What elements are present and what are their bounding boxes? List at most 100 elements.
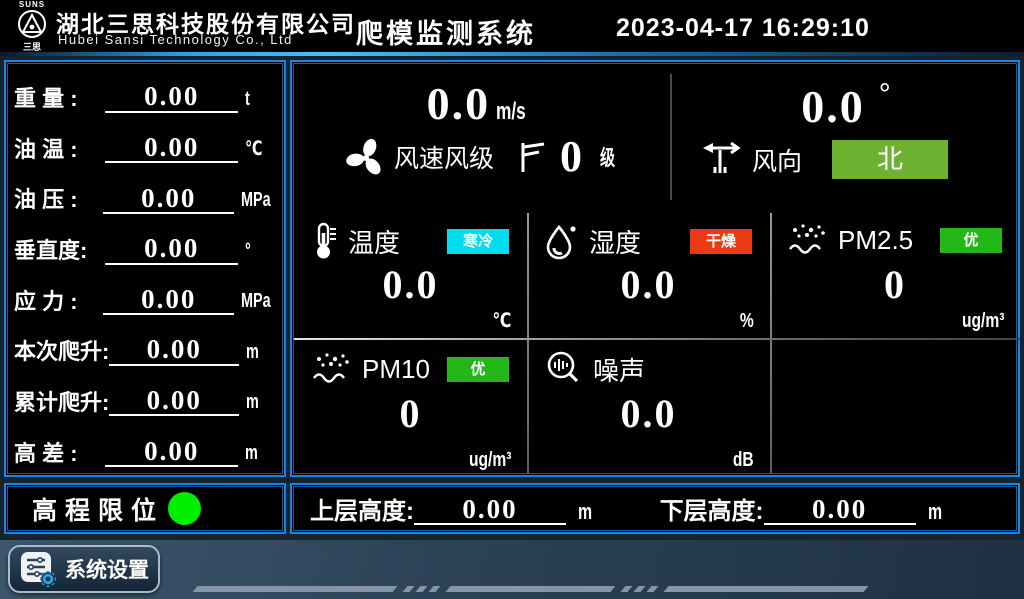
settings-sliders-gear-icon [19,549,57,589]
page-title: 爬模监测系统 [356,12,536,51]
sensor-unit: ℃ [492,308,511,333]
particles-icon [788,221,828,259]
metric-unit: m [246,338,259,366]
lower-height-unit: m [928,499,942,525]
sensor-value: 0.0 [527,265,770,305]
droplet-icon [545,221,579,261]
metric-row-oil-pressure: 油 压 : 0.00 MPa [14,167,276,218]
metric-row-oil-temp: 油 温 : 0.00 ℃ [14,117,276,168]
sensor-value: 0 [294,394,527,434]
metric-label: 高 差 : [14,441,105,467]
wind-scale-unit: 级 [600,142,615,172]
wind-speed-block: 0.0m/s 风速风级 [294,64,670,209]
metrics-panel: 重 量 : 0.00 t 油 温 : 0.00 ℃ 油 压 : 0.00 MPa… [4,60,286,477]
logo-text-sansi: 三思 [10,43,54,52]
wind-direction-value: 0.0 [801,81,865,132]
fan-icon [346,137,386,177]
lower-height-value: 0.00 [812,494,867,524]
sensor-value: 0.0 [527,394,770,434]
metric-label: 油 压 : [14,187,103,213]
sensor-name: 温度 [348,223,400,260]
thermometer-icon [312,221,338,261]
metric-row-weight: 重 量 : 0.00 t [14,66,276,117]
metric-value: 0.00 [141,284,196,314]
sensor-cell-pm10: PM10 优 0 ug/m³ [294,338,527,477]
metric-unit: MPa [241,287,271,315]
status-badge: 优 [447,357,509,382]
sensor-unit: ug/m³ [962,310,1004,333]
sensor-cell-noise: 噪声 0.0 dB [527,338,770,477]
noise-meter-icon [545,350,583,388]
status-badge: 干燥 [690,229,752,254]
company-name-en: Hubei Sansi Technology Co., Ltd [58,32,293,47]
metric-row-height-diff: 高 差 : 0.00 m [14,420,276,471]
lower-height-group: 下层高度: 0.00 m [660,495,948,525]
header: SUNS 三思 湖北三思科技股份有限公司 Hubei Sansi Technol… [0,0,1024,52]
metric-label: 累计爬升: [14,390,109,416]
upper-height-value: 0.00 [462,494,517,524]
metric-row-verticality: 垂直度: 0.00 ° [14,218,276,269]
workspace: 重 量 : 0.00 t 油 温 : 0.00 ℃ 油 压 : 0.00 MPa… [0,56,1024,540]
sensor-unit: ug/m³ [469,449,511,472]
heights-panel: 上层高度: 0.00 m 下层高度: 0.00 m [290,483,1020,534]
wind-scale-flag-icon [516,139,546,175]
bottom-bar: 系统设置 [0,540,1024,599]
logo-text-suns: SUNS [10,1,54,9]
sensor-value: 0.0 [294,265,527,305]
datetime-display: 2023-04-17 16:29:10 [616,14,870,43]
metric-value: 0.00 [144,132,199,162]
wind-speed-label: 风速风级 [394,139,494,175]
wind-direction-unit: ° [879,78,891,111]
wind-direction-label: 风向 [752,142,802,178]
sensor-name: PM10 [362,354,430,385]
metric-value: 0.00 [147,334,202,364]
metric-label: 本次爬升: [14,339,109,365]
wind-section: 0.0m/s 风速风级 [294,64,1020,209]
status-badge: 寒冷 [447,229,509,254]
particles-icon [312,350,352,388]
elevation-limit-status-light [168,492,201,525]
wind-scale-value: 0 [560,137,584,177]
upper-height-label: 上层高度: [310,499,414,525]
lower-height-label: 下层高度: [660,499,764,525]
metric-value: 0.00 [144,233,199,263]
sensor-unit: % [740,310,754,333]
metric-unit: ° [245,237,251,265]
metric-label: 垂直度: [14,238,105,264]
sensor-cell-empty [770,338,1020,477]
metric-row-current-climb: 本次爬升: 0.00 m [14,319,276,370]
metric-label: 油 温 : [14,137,105,163]
metric-value: 0.00 [141,183,196,213]
sensor-grid: 温度 寒冷 0.0 ℃ 湿度 干燥 [294,209,1020,477]
company-logo: SUNS 三思 [10,1,54,52]
metric-value: 0.00 [144,436,199,466]
sensor-cell-temperature: 温度 寒冷 0.0 ℃ [294,209,527,338]
system-settings-button[interactable]: 系统设置 [8,545,160,593]
sansi-logo-icon [17,9,47,39]
elevation-limit-panel: 高程限位 [4,483,286,534]
sensor-value: 0 [770,265,1020,305]
metric-row-stress: 应 力 : 0.00 MPa [14,269,276,320]
wind-direction-badge: 北 [832,140,948,179]
elevation-limit-label: 高程限位 [32,491,164,527]
metric-label: 应 力 : [14,289,103,315]
upper-height-group: 上层高度: 0.00 m [310,495,598,525]
wind-speed-unit: m/s [496,100,526,124]
metric-unit: ℃ [245,135,262,163]
wind-direction-block: 0.0 ° 风向 北 [672,64,1020,209]
wind-speed-value: 0.0 [427,78,491,129]
environment-panel: 0.0m/s 风速风级 [290,60,1020,477]
metric-row-total-climb: 累计爬升: 0.00 m [14,370,276,421]
decorative-band [195,586,866,592]
metric-unit: MPa [241,186,271,214]
metric-value: 0.00 [144,81,199,111]
metric-label: 重 量 : [14,86,105,112]
sensor-name: 噪声 [593,351,645,388]
metric-value: 0.00 [147,385,202,415]
metric-unit: t [245,85,250,113]
wind-vane-icon [698,141,744,179]
upper-height-unit: m [578,499,592,525]
metric-unit: m [246,388,259,416]
sensor-unit: dB [733,449,754,472]
settings-button-label: 系统设置 [65,554,149,584]
